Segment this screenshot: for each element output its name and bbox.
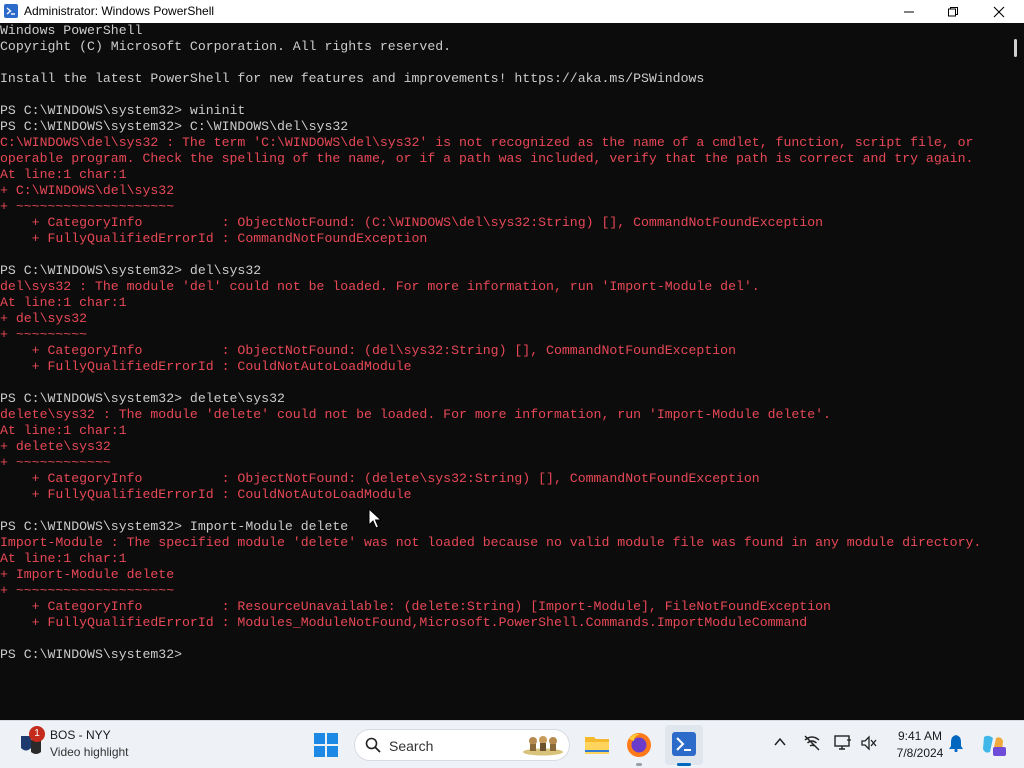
console-line: PS C:\WINDOWS\system32> delete\sys32 (0, 391, 285, 406)
console-line: + Import-Module delete (0, 567, 175, 582)
console-line: PS C:\WINDOWS\system32> C:\WINDOWS\del\s… (0, 119, 349, 134)
console-line: + ~~~~~~~~~~~~~~~~~~~~ (0, 583, 175, 598)
console-line: Install the latest PowerShell for new fe… (0, 71, 705, 86)
console-line: + CategoryInfo : ObjectNotFound: (delete… (0, 471, 760, 486)
console-line: PS C:\WINDOWS\system32> wininit (0, 103, 246, 118)
console-line: + ~~~~~~~~~ (0, 327, 88, 342)
console-line: + FullyQualifiedErrorId : Modules_Module… (0, 615, 808, 630)
search-label: Search (389, 738, 434, 754)
active-app-indicator (677, 763, 691, 766)
start-button[interactable] (313, 732, 339, 758)
console-line: + C:\WINDOWS\del\sys32 (0, 183, 175, 198)
scroll-thumb[interactable] (1014, 39, 1017, 57)
window-title: Administrator: Windows PowerShell (24, 4, 215, 18)
mouse-pointer-icon (368, 508, 382, 529)
console-line: + ~~~~~~~~~~~~~~~~~~~~ (0, 199, 175, 214)
console-line: + CategoryInfo : ResourceUnavailable: (d… (0, 599, 831, 614)
clock-date[interactable]: 7/8/2024 (885, 746, 955, 760)
powershell-app-icon (4, 4, 18, 18)
firefox-running-indicator (636, 763, 642, 766)
close-icon (993, 6, 1005, 18)
copilot-icon[interactable] (980, 732, 1006, 758)
powershell-icon (672, 732, 696, 756)
console-area[interactable]: Windows PowerShell Copyright (C) Microsof… (0, 23, 1008, 720)
close-button[interactable] (976, 0, 1022, 23)
console-line: PS C:\WINDOWS\system32> Import-Module de… (0, 519, 349, 534)
console-line: PS C:\WINDOWS\system32> (0, 647, 183, 662)
console-line: delete\sys32 : The module 'delete' could… (0, 407, 831, 422)
file-explorer-button[interactable] (582, 730, 612, 760)
title-bar[interactable]: Administrator: Windows PowerShell (0, 0, 1024, 23)
console-line: + CategoryInfo : ObjectNotFound: (C:\WIN… (0, 215, 824, 230)
console-line: + delete\sys32 (0, 439, 111, 454)
console-line: + FullyQualifiedErrorId : CommandNotFoun… (0, 231, 428, 246)
console-line: + del\sys32 (0, 311, 88, 326)
restore-icon (948, 7, 958, 17)
clock-time[interactable]: 9:41 AM (885, 729, 955, 743)
network-disconnected-icon[interactable] (803, 735, 821, 751)
console-line: del\sys32 : The module 'del' could not b… (0, 279, 760, 294)
volume-muted-icon[interactable] (860, 735, 878, 751)
console-line: PS C:\WINDOWS\system32> del\sys32 (0, 263, 262, 278)
console-line: Import-Module : The specified module 'de… (0, 535, 982, 550)
console-line: Windows PowerShell (0, 23, 143, 38)
taskbar: 1 BOS - NYY Video highlight Search 9:41 … (0, 720, 1024, 768)
scrollbar[interactable] (1008, 23, 1024, 720)
console-line: C:\WINDOWS\del\sys32 : The term 'C:\WIND… (0, 135, 974, 150)
maximize-button[interactable] (930, 0, 976, 23)
console-line: At line:1 char:1 (0, 423, 127, 438)
widget-title[interactable]: BOS - NYY (50, 728, 111, 742)
taskbar-search[interactable]: Search (354, 729, 570, 761)
console-line: + FullyQualifiedErrorId : CouldNotAutoLo… (0, 487, 412, 502)
console-output: Windows PowerShell Copyright (C) Microsof… (0, 23, 1008, 663)
widget-subtitle[interactable]: Video highlight (50, 745, 129, 759)
console-line: + ~~~~~~~~~~~~ (0, 455, 111, 470)
console-line: operable program. Check the spelling of … (0, 151, 974, 166)
notification-badge: 1 (29, 726, 45, 742)
console-line: + FullyQualifiedErrorId : CouldNotAutoLo… (0, 359, 412, 374)
search-icon (365, 737, 381, 753)
firefox-button[interactable] (624, 730, 654, 760)
search-highlight-art-icon (523, 736, 563, 756)
powershell-taskbar-button[interactable] (665, 725, 703, 765)
notification-bell-icon[interactable] (948, 734, 964, 752)
console-line: At line:1 char:1 (0, 295, 127, 310)
display-icon[interactable] (834, 735, 852, 751)
firefox-icon (627, 733, 651, 757)
windows-logo-icon (314, 733, 338, 757)
console-line: + CategoryInfo : ObjectNotFound: (del\sy… (0, 343, 736, 358)
minimize-button[interactable] (886, 0, 932, 23)
console-line: Copyright (C) Microsoft Corporation. All… (0, 39, 452, 54)
chevron-up-icon[interactable] (773, 735, 787, 749)
console-line: At line:1 char:1 (0, 167, 127, 182)
console-line: At line:1 char:1 (0, 551, 127, 566)
minimize-icon (904, 11, 914, 13)
folder-icon (585, 737, 609, 754)
